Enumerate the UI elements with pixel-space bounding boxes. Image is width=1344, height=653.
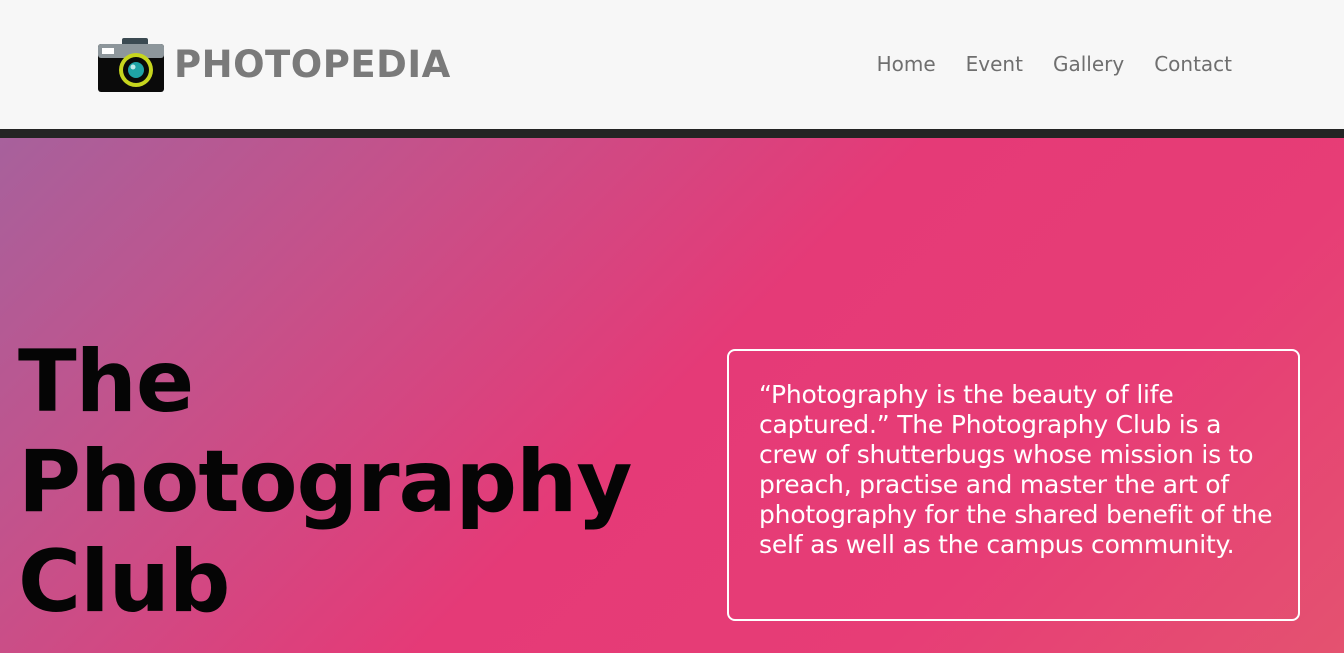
header-divider <box>0 129 1344 138</box>
hero-title-line: The <box>18 332 194 432</box>
navbar: PHOTOPEDIA Home Event Gallery Contact <box>0 0 1344 129</box>
club-description: “Photography is the beauty of life captu… <box>759 380 1273 559</box>
nav-link-event[interactable]: Event <box>966 50 1023 78</box>
hero-title: The Photography Club <box>18 332 632 632</box>
hero-title-line: Club <box>18 532 230 632</box>
nav-menu: Home Event Gallery Contact <box>847 50 1232 78</box>
quote-box: “Photography is the beauty of life captu… <box>727 349 1300 621</box>
hero-section: The Photography Club “Photography is the… <box>0 138 1344 653</box>
nav-link-home[interactable]: Home <box>877 50 936 78</box>
camera-icon <box>98 38 164 92</box>
brand-name: PHOTOPEDIA <box>174 43 451 86</box>
nav-link-gallery[interactable]: Gallery <box>1053 50 1124 78</box>
hero-title-line: Photography <box>18 432 632 532</box>
nav-link-contact[interactable]: Contact <box>1154 50 1232 78</box>
brand-logo-link[interactable]: PHOTOPEDIA <box>98 38 451 92</box>
